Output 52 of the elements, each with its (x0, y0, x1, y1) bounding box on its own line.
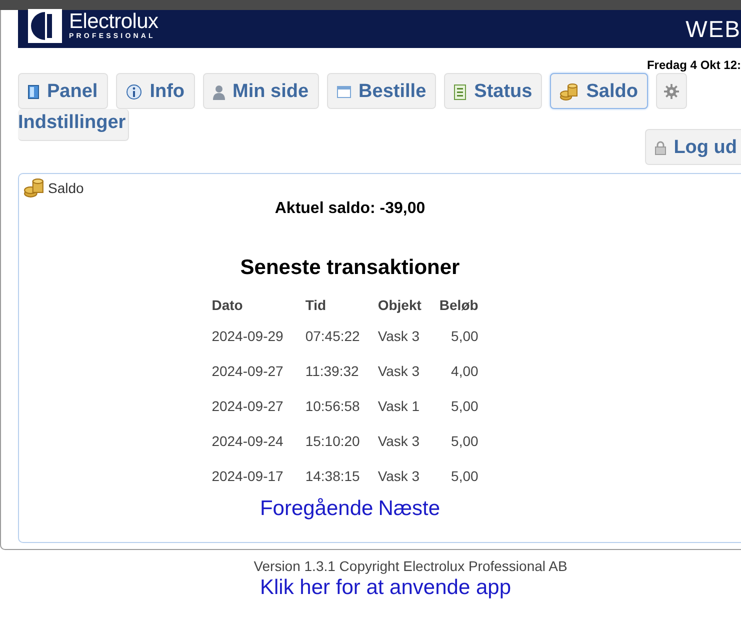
section-heading: Seneste transaktioner (240, 256, 460, 280)
table-cell: 07:45:22 (305, 318, 378, 353)
table-cell: 11:39:32 (305, 353, 378, 388)
nav-tab[interactable]: Saldo (550, 73, 648, 109)
date-label: Fredag 4 Okt 12: (646, 58, 741, 72)
version-text: Version 1.3.1 Copyright Electrolux Professional AB (254, 558, 568, 574)
table-cell-text: Vask 1 (378, 396, 421, 416)
table-cell-text: Vask 3 (378, 432, 421, 450)
table-cell: 2024-09-29 (212, 318, 306, 353)
calendar-icon (336, 86, 351, 98)
table-cell-text: Vask 3 (378, 326, 421, 346)
table-cell-text: 5,00 (450, 396, 478, 416)
logout-button[interactable]: Log ud (644, 129, 741, 165)
nav-tab[interactable]: Info (116, 73, 195, 109)
table-cell: 15:10:20 (305, 423, 378, 458)
table-cell-text: 2024-09-17 (212, 466, 284, 486)
column-header: Beløb (439, 296, 478, 315)
coins-icon (24, 178, 44, 198)
table-cell-text: 2024-09-27 (212, 396, 284, 416)
table-cell-text: 5,00 (450, 466, 478, 486)
nav-tab[interactable]: Indstillinger (18, 109, 129, 141)
table-cell-text: 5,00 (450, 432, 478, 450)
coins-icon (560, 82, 578, 100)
nav-tab[interactable]: Bestille (326, 73, 436, 109)
person-icon (212, 84, 225, 100)
table-cell-text: 4,00 (450, 362, 478, 380)
table-cell: 10:56:58 (305, 388, 378, 423)
table-cell: 14:38:15 (305, 458, 378, 493)
table-cell-text: 2024-09-27 (212, 362, 284, 380)
header-title: WEB (686, 18, 741, 40)
settings-icon (664, 84, 679, 98)
nav-tab[interactable]: Panel (18, 73, 108, 109)
column-header: Objekt (378, 296, 422, 315)
door-icon (28, 84, 39, 98)
nav-tab[interactable]: Status (444, 73, 542, 109)
next-link[interactable]: Næste (378, 497, 440, 521)
column-header: Tid (305, 292, 378, 318)
table-cell-text: Vask 3 (378, 362, 421, 380)
table-cell-text: 2024-09-24 (212, 432, 284, 450)
clipboard-icon (454, 84, 466, 100)
info-icon (126, 84, 142, 100)
settings-button[interactable] (656, 73, 687, 109)
balance-text: Aktuel saldo: -39,00 (274, 200, 426, 218)
panel-title: Saldo (48, 180, 84, 196)
column-header: Dato (212, 292, 306, 318)
table-cell-text: 5,00 (450, 326, 478, 346)
app-link[interactable]: Klik her for at anvende app (260, 576, 511, 600)
brand-name: Electrolux (69, 12, 158, 32)
nav-tab[interactable]: Min side (202, 73, 319, 109)
lock-icon (654, 140, 666, 154)
previous-link[interactable]: Foregående (260, 497, 374, 521)
table-cell-text: Vask 3 (378, 466, 421, 486)
